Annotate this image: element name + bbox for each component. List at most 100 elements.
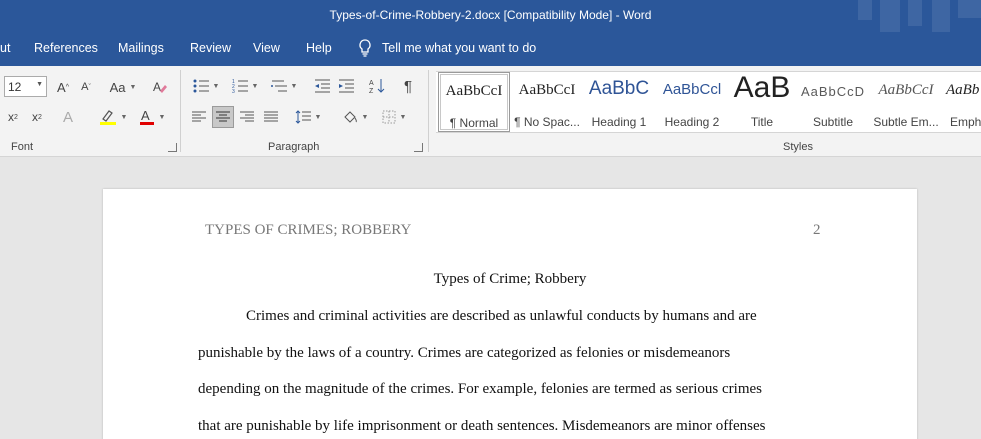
change-case-button[interactable]: Aa ▼ bbox=[106, 76, 140, 98]
style-preview: AaBbCcI bbox=[878, 82, 934, 98]
body-line: that are punishable by life imprisonment… bbox=[198, 418, 766, 434]
chevron-down-icon: ▼ bbox=[120, 113, 128, 121]
paragraph-dialog-launcher[interactable] bbox=[414, 143, 423, 152]
borders-icon bbox=[382, 110, 396, 124]
style-name: Title bbox=[750, 115, 774, 129]
align-right-icon bbox=[240, 111, 254, 122]
justify-button[interactable] bbox=[262, 107, 280, 127]
align-center-icon bbox=[216, 111, 230, 122]
svg-text:A: A bbox=[153, 80, 161, 94]
align-center-button[interactable] bbox=[212, 106, 234, 128]
multilevel-list-icon bbox=[270, 80, 287, 92]
style-subtitle[interactable]: AaBbCcD Subtitle bbox=[796, 72, 870, 132]
chevron-down-icon: ▼ bbox=[361, 113, 369, 121]
decrease-indent-button[interactable] bbox=[312, 75, 332, 97]
chevron-down-icon: ▼ bbox=[251, 82, 259, 90]
line-spacing-button[interactable]: ▼ bbox=[292, 107, 324, 127]
bullet-list-icon bbox=[193, 79, 209, 93]
decrease-indent-icon bbox=[315, 79, 330, 93]
pilcrow-icon: ¶ bbox=[403, 77, 413, 95]
style-title[interactable]: AaB Title bbox=[730, 72, 794, 132]
body-line: punishable by the laws of a country. Cri… bbox=[198, 345, 731, 361]
style-name: ¶ Normal bbox=[449, 116, 499, 130]
increase-indent-icon bbox=[339, 79, 354, 93]
multilevel-list-button[interactable]: ▼ bbox=[268, 75, 300, 97]
chevron-down-icon: ▼ bbox=[212, 82, 220, 90]
style-heading-2[interactable]: AaBbCcl Heading 2 bbox=[656, 72, 728, 132]
running-head: TYPES OF CRIMES; ROBBERY bbox=[205, 222, 412, 238]
style-preview: AaB bbox=[733, 72, 791, 104]
superscript-button[interactable]: x2 bbox=[28, 106, 46, 128]
subscript-button[interactable]: x2 bbox=[4, 106, 22, 128]
style-name: Subtitle bbox=[812, 115, 854, 129]
borders-button[interactable]: ▼ bbox=[378, 107, 410, 127]
style-preview: AaBbC bbox=[588, 78, 650, 99]
style-heading-1[interactable]: AaBbC Heading 1 bbox=[584, 72, 654, 132]
justify-icon bbox=[264, 111, 278, 122]
highlight-button[interactable]: ▼ bbox=[96, 106, 130, 128]
chevron-down-icon: ▼ bbox=[399, 113, 407, 121]
bullets-button[interactable]: ▼ bbox=[190, 75, 222, 97]
show-formatting-marks-button[interactable]: ¶ bbox=[398, 75, 418, 97]
text-effects-button[interactable]: A bbox=[58, 106, 78, 128]
tab-references[interactable]: References bbox=[34, 41, 98, 55]
shading-button[interactable]: ▼ bbox=[338, 107, 372, 127]
tell-me-box[interactable]: Tell me what you want to do bbox=[358, 39, 536, 57]
group-label-styles: Styles bbox=[783, 141, 813, 153]
style-subtle-emphasis[interactable]: AaBbCcI Subtle Em... bbox=[872, 72, 940, 132]
chevron-down-icon: ▼ bbox=[290, 82, 298, 90]
styles-gallery: AaBbCcI ¶ Normal AaBbCcI ¶ No Spac... Aa… bbox=[436, 71, 981, 133]
tab-review[interactable]: Review bbox=[190, 41, 231, 55]
tab-view[interactable]: View bbox=[253, 41, 280, 55]
tell-me-text: Tell me what you want to do bbox=[382, 41, 537, 55]
group-separator bbox=[428, 70, 429, 152]
chevron-down-icon: ▼ bbox=[314, 113, 322, 121]
style-name: Emph bbox=[950, 115, 981, 129]
style-preview: AaBbCcI bbox=[518, 82, 576, 98]
numbering-button[interactable]: 123 ▼ bbox=[228, 75, 262, 97]
style-name: Heading 2 bbox=[664, 115, 720, 129]
title-bar: Types-of-Crime-Robbery-2.docx [Compatibi… bbox=[0, 0, 981, 32]
document-title: Types of Crime; Robbery bbox=[433, 271, 587, 287]
sort-button[interactable]: AZ bbox=[366, 75, 388, 97]
paint-bucket-icon bbox=[343, 111, 357, 123]
tab-mailings[interactable]: Mailings bbox=[118, 41, 164, 55]
highlighter-icon bbox=[99, 110, 116, 125]
style-no-spacing[interactable]: AaBbCcI ¶ No Spac... bbox=[512, 72, 582, 132]
style-preview: AaBbCcI bbox=[445, 83, 503, 99]
font-color-button[interactable]: A ▼ bbox=[136, 106, 168, 128]
font-size-select[interactable]: 12 ▼ bbox=[4, 76, 47, 97]
body-line: Crimes and criminal activities are descr… bbox=[246, 308, 757, 324]
group-separator bbox=[180, 70, 181, 152]
style-preview: AaBbCcD bbox=[800, 84, 866, 99]
page-number: 2 bbox=[813, 222, 821, 238]
style-normal[interactable]: AaBbCcI ¶ Normal bbox=[438, 72, 510, 132]
tab-help[interactable]: Help bbox=[306, 41, 332, 55]
clear-formatting-button[interactable]: A bbox=[150, 76, 170, 98]
align-right-button[interactable] bbox=[238, 107, 256, 127]
style-emphasis[interactable]: AaBb Emph bbox=[942, 72, 981, 132]
svg-text:3: 3 bbox=[232, 89, 235, 93]
style-preview: AaBbCcl bbox=[662, 81, 722, 98]
style-name: ¶ No Spac... bbox=[514, 115, 580, 129]
increase-indent-button[interactable] bbox=[336, 75, 356, 97]
svg-text:A: A bbox=[141, 108, 150, 123]
font-size-value: 12 bbox=[8, 80, 22, 94]
lightbulb-icon bbox=[358, 39, 372, 57]
document-page[interactable]: TYPES OF CRIMES; ROBBERY 2 Types of Crim… bbox=[103, 189, 917, 439]
style-preview: AaBb bbox=[946, 82, 980, 98]
ribbon-tabs: ut References Mailings Review View Help … bbox=[0, 32, 981, 66]
font-dialog-launcher[interactable] bbox=[168, 143, 177, 152]
chevron-down-icon: ▼ bbox=[36, 81, 43, 88]
ribbon: 12 ▼ A ^ Aˇ Aa ▼ A x2 x2 A ▼ A ▼ Font ▼ 12… bbox=[0, 66, 981, 157]
svg-text:A: A bbox=[369, 80, 374, 87]
chevron-down-icon: ▼ bbox=[158, 113, 166, 121]
numbered-list-icon: 123 bbox=[232, 79, 248, 93]
font-color-icon: A bbox=[139, 108, 154, 125]
align-left-button[interactable] bbox=[190, 107, 208, 127]
grow-font-button[interactable]: A ^ bbox=[54, 76, 72, 98]
sort-az-icon: AZ bbox=[369, 79, 385, 94]
tab-view-partial[interactable]: ut bbox=[0, 41, 10, 55]
eraser-icon: A bbox=[153, 80, 167, 94]
shrink-font-button[interactable]: Aˇ bbox=[78, 76, 94, 98]
